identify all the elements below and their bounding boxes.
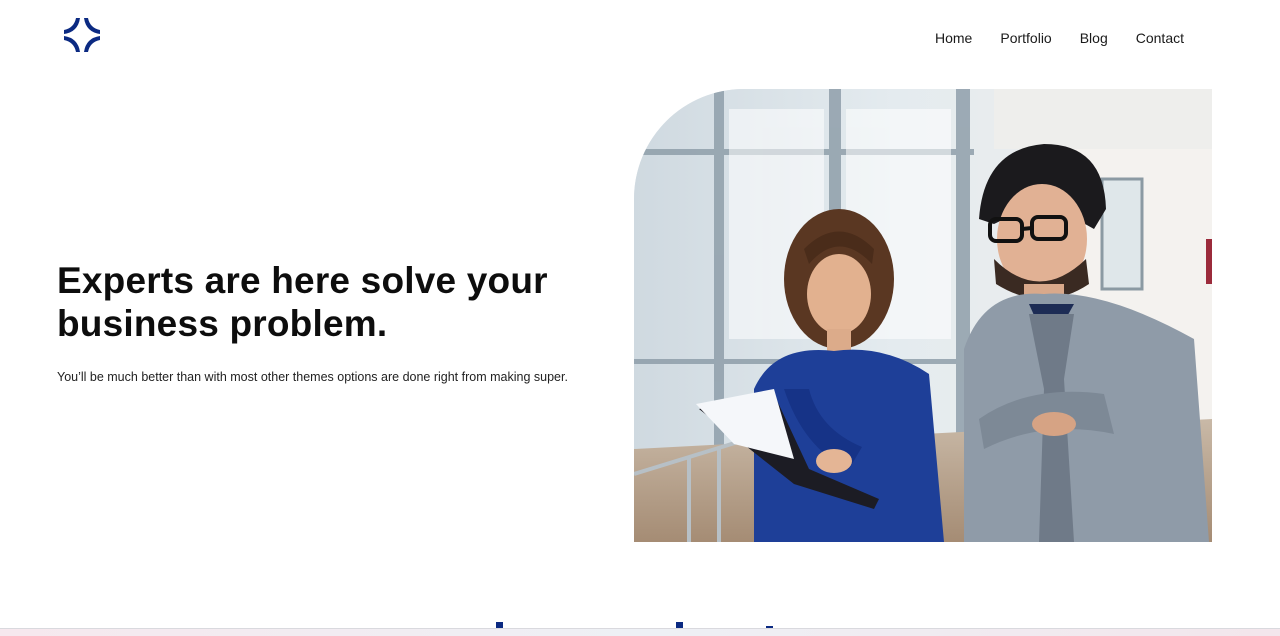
hero-subtitle: You’ll be much better than with most oth… <box>57 370 568 384</box>
main-nav: Home Portfolio Blog Contact <box>921 27 1198 49</box>
nav-home-link[interactable]: Home <box>921 27 986 49</box>
logo-icon[interactable] <box>62 16 102 54</box>
nav-contact-link[interactable]: Contact <box>1122 27 1198 49</box>
hero-photo <box>634 89 1212 542</box>
hero-title: Experts are here solve your business pro… <box>57 260 548 344</box>
nav-blog-link[interactable]: Blog <box>1066 27 1122 49</box>
nav-portfolio-link[interactable]: Portfolio <box>986 27 1065 49</box>
